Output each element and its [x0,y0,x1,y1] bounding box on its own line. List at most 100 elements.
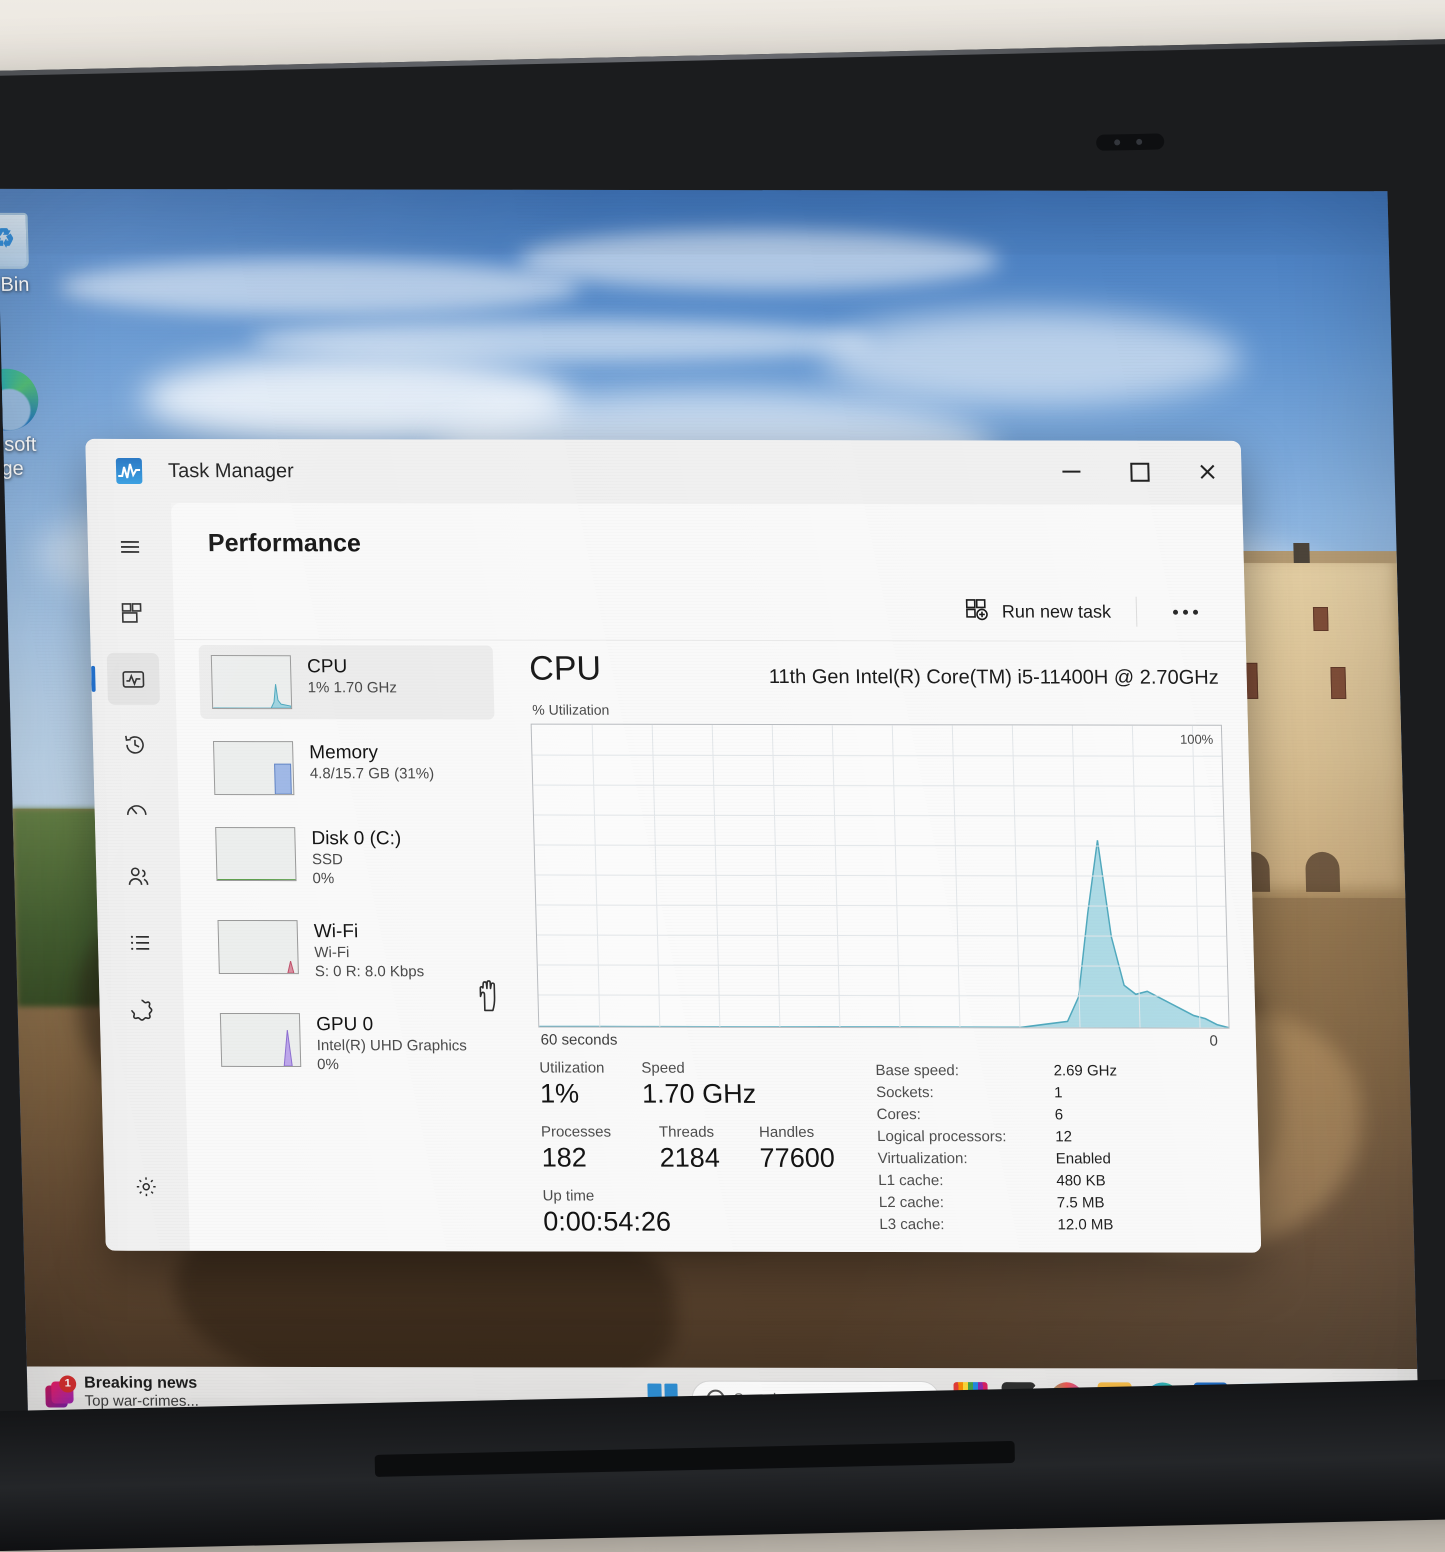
run-new-task-button[interactable]: Run new task [953,593,1121,629]
window-controls [1037,447,1242,497]
cpu-model-name: 11th Gen Intel(R) Core(TM) i5-11400H @ 2… [769,666,1219,690]
taskbar-news-widget[interactable]: 1 Breaking news Top war-crimes... [45,1375,199,1411]
sysinfo-key: Cores: [876,1106,1054,1123]
sysinfo-key: Sockets: [876,1084,1054,1101]
sysinfo-row: Cores: 6 [876,1106,1207,1124]
memory-thumbnail-graph [213,741,294,795]
resource-sub2: S: 0 R: 8.0 Kbps [315,962,425,981]
sysinfo-row: L1 cache: 480 KB [878,1172,1209,1190]
sysinfo-row: Virtualization: Enabled [878,1150,1209,1168]
resource-item-gpu[interactable]: GPU 0 Intel(R) UHD Graphics 0% [208,1003,504,1084]
sysinfo-value: Enabled [1056,1150,1112,1167]
sysinfo-value: 12 [1055,1128,1072,1145]
run-new-task-label: Run new task [1002,601,1112,622]
sidebar-item-details[interactable] [113,917,166,969]
sysinfo-row: L2 cache: 7.5 MB [879,1194,1210,1212]
sysinfo-value: 6 [1054,1106,1063,1123]
chart-max-label: 100% [1180,732,1214,747]
sysinfo-row: Logical processors: 12 [877,1128,1208,1146]
gpu-thumbnail-graph [220,1013,301,1067]
sysinfo-value: 7.5 MB [1057,1194,1105,1211]
cpu-thumbnail-graph [211,655,292,709]
detail-heading: CPU [529,650,602,689]
news-badge: 1 [59,1375,76,1392]
mouse-cursor [475,977,506,1013]
stat-label-uptime: Up time [542,1187,670,1204]
maximize-button[interactable] [1105,447,1174,497]
resource-item-cpu[interactable]: CPU 1% 1.70 GHz [199,645,495,719]
news-icon: 1 [45,1377,76,1407]
sysinfo-value: 2.69 GHz [1053,1062,1117,1079]
sysinfo-value: 12.0 MB [1057,1216,1113,1233]
desktop-icon-label-line1: crosoft [0,433,62,457]
resource-name: GPU 0 [316,1013,467,1036]
wifi-thumbnail-graph [218,920,299,974]
resource-sub: Intel(R) UHD Graphics [316,1036,467,1055]
cpu-stats: Utilization 1% Speed 1.70 GHz Processes … [539,1059,1236,1060]
cpu-utilization-chart: 100% [531,724,1230,1029]
stat-label-threads: Threads [659,1124,720,1141]
command-bar: Run new task [173,581,1246,642]
disk-thumbnail-graph [215,827,296,881]
edge-icon [0,369,39,429]
sysinfo-value: 480 KB [1056,1172,1106,1189]
stat-label-speed: Speed [641,1060,756,1077]
stat-value-processes: 182 [541,1140,612,1174]
sidebar-item-performance[interactable] [107,653,160,705]
resource-name: CPU [307,655,397,678]
recycle-bin-icon: ♻ [0,209,37,269]
resource-name: Disk 0 (C:) [311,827,401,850]
page-title: Performance [208,529,362,558]
sidebar-item-services[interactable] [115,983,168,1035]
desktop-icon-recycle-bin[interactable]: ♻ le Bin [0,209,60,297]
resource-sub: Wi-Fi [314,943,424,962]
hamburger-menu-icon[interactable] [103,521,156,573]
graph-axis-label: % Utilization [532,702,609,718]
chart-min-label: 0 [1209,1033,1218,1050]
toolbar-separator [1136,597,1138,627]
minimize-button[interactable] [1037,447,1106,497]
window-titlebar[interactable]: Task Manager [85,439,1242,505]
chart-time-label: 60 seconds [540,1031,617,1048]
resource-item-wifi[interactable]: Wi-Fi Wi-Fi S: 0 R: 8.0 Kbps [205,910,501,991]
sysinfo-key: L2 cache: [879,1194,1057,1211]
task-manager-window: Task Manager [85,439,1261,1253]
more-options-icon[interactable] [1161,594,1210,630]
cpu-system-info: Base speed: 2.69 GHz Sockets: 1 Cores: 6 [875,1062,1210,1239]
sysinfo-row: L3 cache: 12.0 MB [879,1216,1210,1234]
sysinfo-value: 1 [1054,1084,1063,1101]
stat-value-threads: 2184 [659,1141,720,1175]
sysinfo-key: Virtualization: [878,1150,1056,1167]
page-content: Performance Run new task [171,503,1261,1253]
sidebar-item-app-history[interactable] [108,719,161,771]
resource-list: CPU 1% 1.70 GHz Memory 4.8/15.7 GB ( [174,639,520,1251]
resource-sub: 1% 1.70 GHz [307,678,397,697]
resource-name: Wi-Fi [314,920,424,943]
cpu-detail-pane: CPU 11th Gen Intel(R) Core(TM) i5-11400H… [504,640,1261,1253]
stat-label-handles: Handles [759,1124,835,1141]
settings-gear-icon[interactable] [120,1161,173,1213]
sidebar-item-processes[interactable] [105,587,158,639]
desktop-icon-microsoft-edge[interactable]: crosoft dge [0,369,62,481]
close-button[interactable] [1173,447,1242,497]
stat-value-uptime: 0:00:54:26 [543,1204,672,1238]
sysinfo-key: L1 cache: [878,1172,1056,1189]
news-title: Breaking news [84,1375,199,1394]
resource-sub: 4.8/15.7 GB (31%) [310,764,435,783]
stat-label-processes: Processes [541,1123,611,1140]
resource-item-disk[interactable]: Disk 0 (C:) SSD 0% [203,817,499,898]
task-manager-icon [116,458,143,484]
stat-value-speed: 1.70 GHz [642,1077,757,1111]
stat-value-utilization: 1% [540,1076,606,1110]
chart-gridlines [532,725,1229,1028]
sysinfo-key: Logical processors: [877,1128,1055,1145]
sidebar-item-startup-apps[interactable] [110,785,163,837]
sidebar-item-users[interactable] [112,851,165,903]
laptop-body: ♻ le Bin crosoft dge Task Manager [0,38,1445,1523]
resource-name: Memory [309,741,434,764]
sysinfo-key: Base speed: [875,1062,1053,1079]
resource-item-memory[interactable]: Memory 4.8/15.7 GB (31%) [201,731,497,805]
desktop-icon-label: le Bin [0,273,60,297]
resource-sub2: 0% [312,869,402,888]
new-task-plus-icon [963,596,990,627]
